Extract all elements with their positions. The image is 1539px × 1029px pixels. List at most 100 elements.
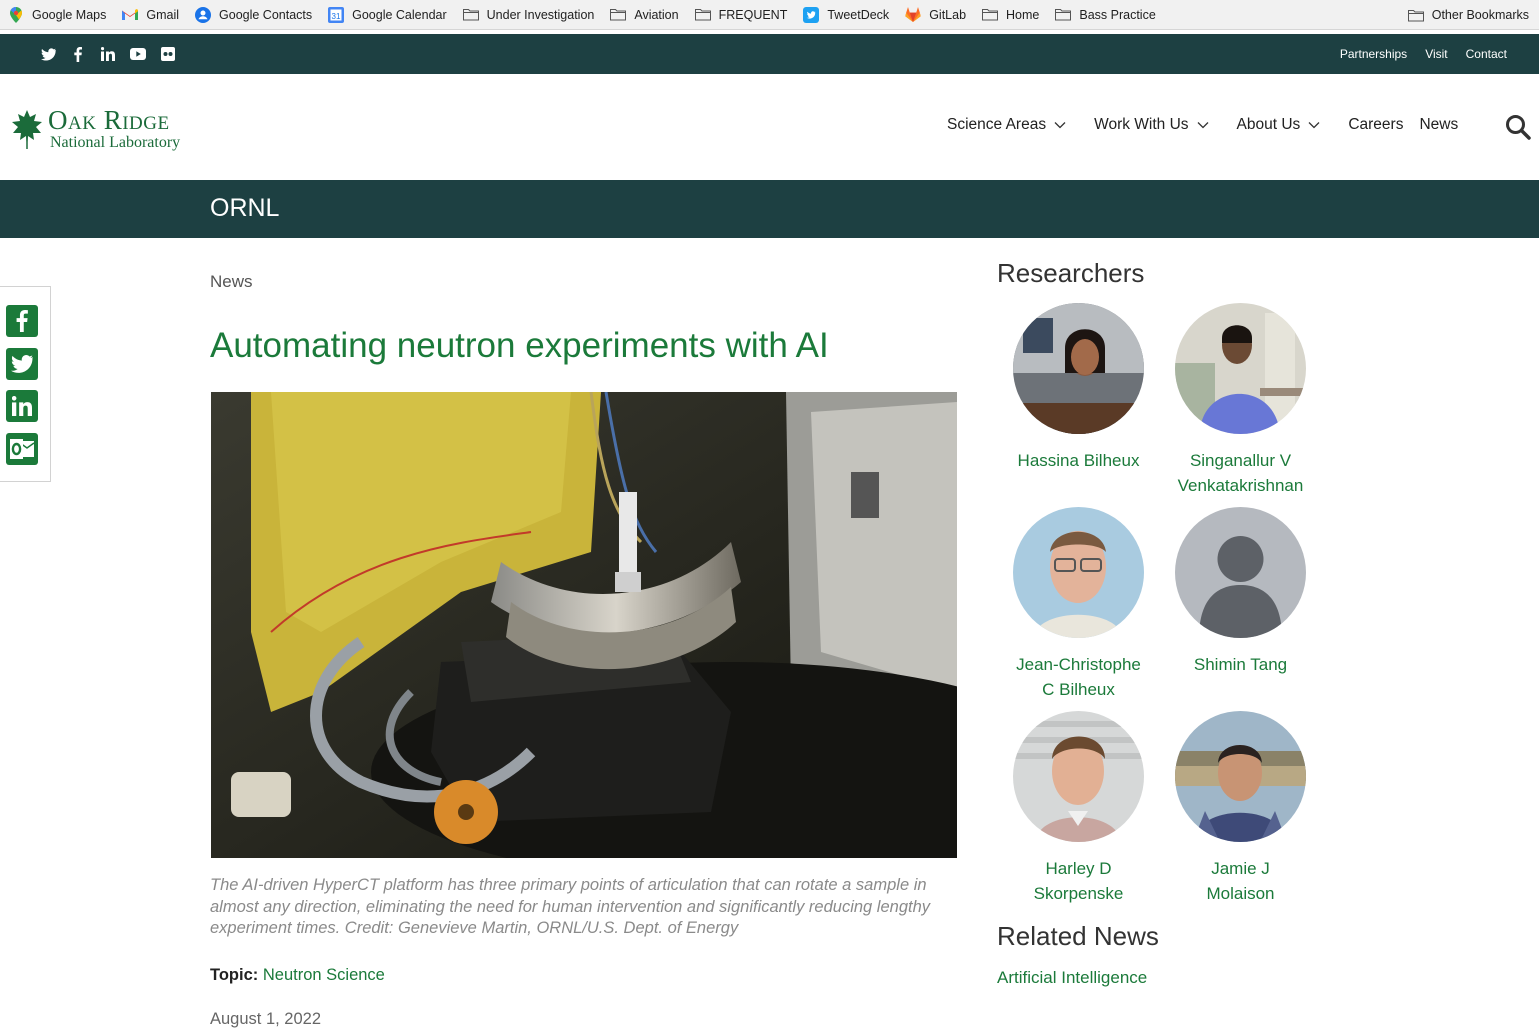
- flickr-icon[interactable]: [160, 46, 176, 62]
- gmail-icon: [122, 7, 139, 23]
- researcher-name: Jamie J: [1211, 859, 1270, 878]
- twitter-icon: [11, 355, 33, 373]
- nav-science-areas[interactable]: Science Areas: [947, 116, 1066, 134]
- linkedin-icon[interactable]: [100, 46, 116, 62]
- bookmark-label: Aviation: [634, 7, 679, 22]
- bookmark-label: Gmail: [146, 7, 180, 22]
- bookmark-label: Home: [1006, 7, 1040, 22]
- nav-label: About Us: [1236, 116, 1301, 133]
- svg-text:31: 31: [332, 12, 341, 21]
- researcher-card[interactable]: Singanallur V Venkatakrishnan: [1159, 303, 1322, 498]
- folder-icon: [610, 7, 627, 23]
- folder-icon: [1407, 7, 1424, 23]
- bookmark-gmail[interactable]: Gmail: [114, 0, 187, 30]
- researcher-name-line-2: Venkatakrishnan: [1177, 476, 1304, 495]
- bookmark-folder-bass-practice[interactable]: Bass Practice: [1047, 0, 1163, 30]
- folder-icon: [462, 7, 479, 23]
- nav-label: Work With Us: [1094, 116, 1189, 133]
- bookmark-label: FREQUENT: [718, 7, 788, 22]
- related-news-link[interactable]: Artificial Intelligence: [997, 968, 1147, 988]
- facebook-icon[interactable]: [70, 46, 86, 62]
- search-button[interactable]: [1505, 114, 1533, 142]
- bookmark-label: Bass Practice: [1079, 7, 1156, 22]
- topic-label: Topic:: [210, 966, 259, 984]
- oak-leaf-icon: [12, 110, 42, 149]
- researcher-card[interactable]: Jamie J Molaison: [1159, 711, 1322, 906]
- researcher-name: Shimin Tang: [1193, 655, 1288, 674]
- ornl-logo[interactable]: Oak Ridge National Laboratory: [10, 104, 210, 154]
- share-linkedin-button[interactable]: [6, 390, 38, 422]
- researcher-card[interactable]: Hassina Bilheux: [997, 303, 1160, 473]
- contact-link[interactable]: Contact: [1466, 47, 1507, 61]
- bookmark-label: TweetDeck: [827, 7, 890, 22]
- nav-news[interactable]: News: [1419, 116, 1458, 134]
- topic-link[interactable]: Neutron Science: [263, 966, 385, 984]
- image-caption: The AI-driven HyperCT platform has three…: [210, 876, 931, 937]
- bookmark-folder-under-investigation[interactable]: Under Investigation: [455, 0, 603, 30]
- share-twitter-button[interactable]: [6, 348, 38, 380]
- researcher-photo: [1175, 711, 1306, 842]
- researchers-heading: Researchers: [997, 258, 1145, 288]
- breadcrumb[interactable]: News: [210, 272, 253, 292]
- logo-line-1: Oak Ridge: [48, 105, 170, 135]
- researcher-name: Harley D: [1045, 859, 1112, 878]
- visit-link[interactable]: Visit: [1425, 47, 1447, 61]
- share-rail: [0, 286, 51, 482]
- hero-image: [211, 392, 957, 858]
- researcher-name: Singanallur V: [1189, 451, 1292, 470]
- researcher-photo: [1013, 303, 1144, 434]
- chevron-down-icon: [1308, 122, 1320, 129]
- share-outlook-button[interactable]: [6, 433, 38, 465]
- bookmark-label: Google Contacts: [219, 7, 313, 22]
- logo-text: Oak Ridge National Laboratory: [48, 107, 180, 151]
- bookmark-folder-aviation[interactable]: Aviation: [602, 0, 686, 30]
- bookmark-folder-home[interactable]: Home: [974, 0, 1047, 30]
- researcher-card[interactable]: Shimin Tang: [1159, 507, 1322, 677]
- bookmark-google-contacts[interactable]: Google Contacts: [187, 0, 320, 30]
- folder-icon: [982, 7, 999, 23]
- bookmark-google-calendar[interactable]: 31 Google Calendar: [320, 0, 455, 30]
- nav-label: News: [1419, 116, 1459, 133]
- gitlab-icon: [905, 7, 921, 23]
- partnerships-link[interactable]: Partnerships: [1340, 47, 1407, 61]
- bookmark-folder-frequent[interactable]: FREQUENT: [687, 0, 796, 30]
- bookmark-gitlab[interactable]: GitLab: [897, 0, 974, 30]
- facebook-icon: [16, 310, 28, 332]
- researcher-name: Hassina Bilheux: [1017, 451, 1140, 470]
- main-nav: Science Areas Work With Us About Us Care…: [947, 116, 1474, 134]
- article-title: Automating neutron experiments with AI: [210, 326, 829, 365]
- youtube-icon[interactable]: [130, 46, 146, 62]
- bookmark-label: Google Calendar: [352, 7, 447, 22]
- google-contacts-icon: [195, 6, 212, 23]
- logo-line-2: National Laboratory: [50, 134, 181, 151]
- utility-links: Partnerships Visit Contact: [1340, 34, 1507, 74]
- bookmark-folder-other-bookmarks[interactable]: Other Bookmarks: [1400, 0, 1537, 30]
- bookmark-google-maps[interactable]: Google Maps: [0, 0, 114, 30]
- researcher-name: Jean-Christophe: [1016, 655, 1141, 674]
- tweetdeck-icon: [803, 6, 820, 23]
- researcher-name-line-2: Skorpenske: [1033, 884, 1124, 903]
- chevron-down-icon: [1197, 122, 1209, 129]
- bookmark-label: Google Maps: [32, 7, 107, 22]
- researcher-photo: [1013, 507, 1144, 638]
- article-date: August 1, 2022: [210, 1010, 322, 1028]
- social-links: [40, 34, 176, 74]
- nav-about-us[interactable]: About Us: [1237, 116, 1321, 134]
- nav-careers[interactable]: Careers: [1348, 116, 1403, 134]
- google-calendar-icon: 31: [328, 6, 345, 23]
- share-facebook-button[interactable]: [6, 305, 38, 337]
- bookmark-tweetdeck[interactable]: TweetDeck: [795, 0, 897, 30]
- twitter-icon[interactable]: [40, 46, 56, 62]
- folder-icon: [1055, 7, 1072, 23]
- utility-bar: Partnerships Visit Contact: [0, 34, 1539, 74]
- section-banner: ORNL: [0, 180, 1539, 238]
- related-news-heading: Related News: [997, 921, 1159, 951]
- researcher-card[interactable]: Harley D Skorpenske: [997, 711, 1160, 906]
- bookmarks-bar: Google Maps Gmail Google Contacts 31 Goo…: [0, 0, 1539, 30]
- default-avatar-icon: [1175, 507, 1306, 638]
- nav-work-with-us[interactable]: Work With Us: [1094, 116, 1209, 134]
- researcher-photo: [1013, 711, 1144, 842]
- outlook-icon: [10, 439, 35, 459]
- search-icon: [1506, 115, 1531, 140]
- researcher-card[interactable]: Jean-Christophe C Bilheux: [997, 507, 1160, 702]
